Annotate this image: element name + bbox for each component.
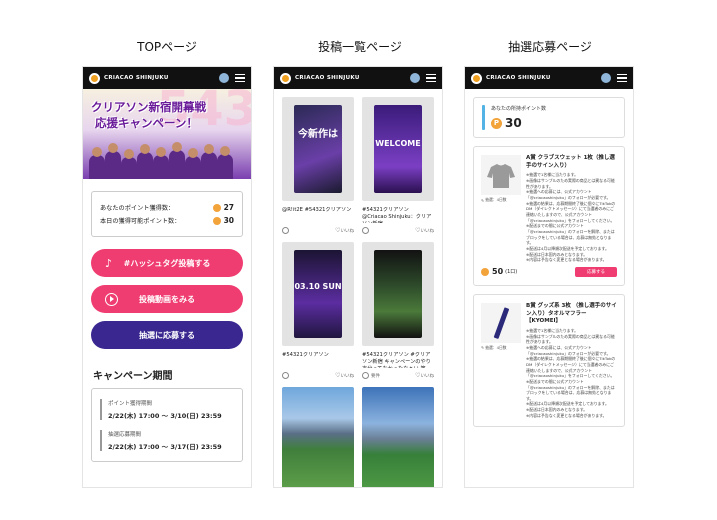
like-label[interactable]: いいね xyxy=(421,373,435,379)
points-earned-label: あなたのポイント獲得数： xyxy=(100,205,175,212)
poster-avatar-icon xyxy=(282,372,289,379)
poster-name: 要件 xyxy=(371,373,380,379)
apply-period: 抽選応募期間 2/22(木) 17:00 ～ 3/17(日) 23:59 xyxy=(100,430,234,451)
coin-icon xyxy=(212,216,221,225)
apply-period-label: 抽選応募期間 xyxy=(108,432,142,438)
post-video-thumbnail[interactable] xyxy=(362,242,434,346)
points-earned-value: 27 xyxy=(223,203,234,212)
post-video-thumbnail[interactable]: WELCOME xyxy=(362,97,434,201)
post-video-thumbnail[interactable] xyxy=(362,387,434,487)
column-title-posts: 投稿一覧ページ xyxy=(318,40,402,54)
point-period-label: ポイント獲得期間 xyxy=(108,401,153,407)
tiktok-icon: ♪ xyxy=(105,256,113,270)
prize-image-towel xyxy=(481,302,521,343)
club-logo-icon[interactable] xyxy=(280,72,291,84)
apply-lottery-label: 抽選に応募する xyxy=(139,330,195,340)
post-card[interactable]: 03.10 SUN #54321クリアソン ♡ いいね xyxy=(282,242,354,379)
post-caption: #54321クリアソン @Criacao Shinjuku：クリアソン新宿 xyxy=(362,207,432,223)
column-title-top: TOPページ xyxy=(137,40,197,54)
owned-points-label: あなたの所持ポイント数 xyxy=(491,106,547,112)
play-icon xyxy=(105,292,118,306)
coin-icon xyxy=(481,267,489,276)
points-summary: あなたのポイント獲得数： 27 本日の獲得可能ポイント数： 30 xyxy=(91,191,243,237)
post-card[interactable] xyxy=(362,387,434,487)
campaign-period-title: キャンペーン期間 xyxy=(93,371,173,382)
prize-name: A賞 クラブスウェット 1枚（推し選手のサイン入り） xyxy=(526,155,615,169)
hamburger-menu-icon[interactable] xyxy=(617,73,627,83)
app-header: CRIACAO SHINJUKU xyxy=(83,67,251,89)
app-header: CRIACAO SHINJUKU xyxy=(274,67,442,89)
points-available-row: 本日の獲得可能ポイント数： 30 xyxy=(100,216,234,225)
hero-subtitle: 応援キャンペーン！ xyxy=(95,116,198,130)
post-card[interactable] xyxy=(282,387,354,487)
prize-card: ✎ 抽選：4日数 B賞 グッズ系 3枚 （推し選手のサイン入り）タオルマフラー【K… xyxy=(473,293,625,428)
brand-name: CRIACAO SHINJUKU xyxy=(295,75,360,81)
post-card[interactable]: #54321クリアソン #クリアソン新宿 キャンペーンのやり方分ってなかったなぁ… xyxy=(362,242,434,379)
draw-icon: ✎ xyxy=(481,345,485,351)
thumbnail-text: 03.10 SUN xyxy=(294,282,342,291)
apply-lottery-button[interactable]: 抽選に応募する xyxy=(91,321,243,349)
thumbnail-text: WELCOME xyxy=(375,139,421,148)
apply-period-value: 2/22(木) 17:00 ～ 3/17(日) 23:59 xyxy=(108,443,222,451)
column-title-apply: 抽選応募ページ xyxy=(508,40,592,54)
post-caption: #54321クリアソン #クリアソン新宿 キャンペーンのやり方分ってなかったなぁ… xyxy=(362,352,431,368)
post-video-thumbnail[interactable]: 今新作は xyxy=(282,97,354,201)
top-page-phone: CRIACAO SHINJUKU 543 クリアソン新宿開幕戦 応援キャンペーン… xyxy=(83,67,251,487)
team-photo xyxy=(83,137,251,179)
hero-title: クリアソン新宿開幕戦 xyxy=(91,100,206,114)
prize-draw-info: 抽選：4日数 xyxy=(485,344,507,350)
hero-banner: 543 クリアソン新宿開幕戦 応援キャンペーン！ xyxy=(83,89,251,179)
posts-grid: 今新作は @R!it2E #54321クリアソン ♡ いいね WELCOME #5… xyxy=(274,89,442,487)
poster-avatar-icon xyxy=(362,227,369,234)
app-header: CRIACAO SHINJUKU xyxy=(465,67,633,89)
point-period-value: 2/22(木) 17:00 ～ 3/10(日) 23:59 xyxy=(108,412,222,420)
like-label[interactable]: いいね xyxy=(421,228,435,234)
view-posts-button[interactable]: 投稿動画をみる xyxy=(91,285,243,313)
post-caption: #54321クリアソン xyxy=(282,352,329,358)
club-logo-icon[interactable] xyxy=(471,72,482,84)
like-label[interactable]: いいね xyxy=(341,373,355,379)
owned-points-box: あなたの所持ポイント数 P 30 xyxy=(473,97,625,138)
prize-cost-unit: (1口) xyxy=(505,269,518,276)
hamburger-menu-icon[interactable] xyxy=(235,73,245,83)
post-caption: @R!it2E #54321クリアソン xyxy=(282,207,352,213)
brand-name: CRIACAO SHINJUKU xyxy=(486,75,551,81)
prize-notes: ※抽選で1名様に当たります。 ※画像はサンプルのため実際の商品とは異なる可能性が… xyxy=(526,327,616,418)
campaign-period-box: ポイント獲得期間 2/22(木) 17:00 ～ 3/10(日) 23:59 抽… xyxy=(91,388,243,462)
like-label[interactable]: いいね xyxy=(341,228,355,234)
post-card[interactable]: 今新作は @R!it2E #54321クリアソン ♡ いいね xyxy=(282,97,354,234)
prize-image-sweatshirt xyxy=(481,155,521,195)
coin-icon xyxy=(212,203,221,212)
prize-name: B賞 グッズ系 3枚 （推し選手のサイン入り）タオルマフラー【KYOMEI】 xyxy=(526,302,617,325)
hamburger-menu-icon[interactable] xyxy=(426,73,436,83)
poster-avatar-icon xyxy=(282,227,289,234)
post-card[interactable]: WELCOME #54321クリアソン @Criacao Shinjuku：クリ… xyxy=(362,97,434,234)
points-available-label: 本日の獲得可能ポイント数： xyxy=(100,218,181,225)
post-video-thumbnail[interactable] xyxy=(282,387,354,487)
user-avatar-icon[interactable] xyxy=(601,73,611,83)
owned-points-value: 30 xyxy=(505,116,522,130)
prize-cost-value: 50 xyxy=(492,267,504,277)
poster-avatar-icon xyxy=(362,372,369,379)
draw-icon: ✎ xyxy=(481,197,485,203)
coin-icon: P xyxy=(491,117,502,129)
post-video-thumbnail[interactable]: 03.10 SUN xyxy=(282,242,354,346)
club-logo-icon[interactable] xyxy=(89,72,100,84)
points-earned-row: あなたのポイント獲得数： 27 xyxy=(100,203,234,212)
user-avatar-icon[interactable] xyxy=(219,73,229,83)
posts-page-phone: CRIACAO SHINJUKU 今新作は @R!it2E #54321クリアソ… xyxy=(274,67,442,487)
hashtag-post-label: #ハッシュタグ投稿する xyxy=(123,258,211,268)
view-posts-label: 投稿動画をみる xyxy=(139,294,195,304)
user-avatar-icon[interactable] xyxy=(410,73,420,83)
prize-draw-info: 抽選：4日数 xyxy=(485,197,507,202)
points-available-value: 30 xyxy=(223,216,234,225)
point-period: ポイント獲得期間 2/22(木) 17:00 ～ 3/10(日) 23:59 xyxy=(100,399,234,420)
prize-notes: ※抽選で1名様に当たります。 ※画像はサンプルのため実際の商品とは異なる可能性が… xyxy=(526,172,616,263)
prize-card: ✎ 抽選：4日数 A賞 クラブスウェット 1枚（推し選手のサイン入り） ※抽選で1… xyxy=(473,146,625,286)
thumbnail-text: 今新作は xyxy=(298,129,338,140)
apply-prize-button[interactable]: 応募する xyxy=(575,266,617,277)
apply-page-phone: CRIACAO SHINJUKU あなたの所持ポイント数 P 30 ✎ 抽選：4日数… xyxy=(465,67,633,487)
brand-name: CRIACAO SHINJUKU xyxy=(104,75,169,81)
hashtag-post-button[interactable]: ♪ #ハッシュタグ投稿する xyxy=(91,249,243,277)
